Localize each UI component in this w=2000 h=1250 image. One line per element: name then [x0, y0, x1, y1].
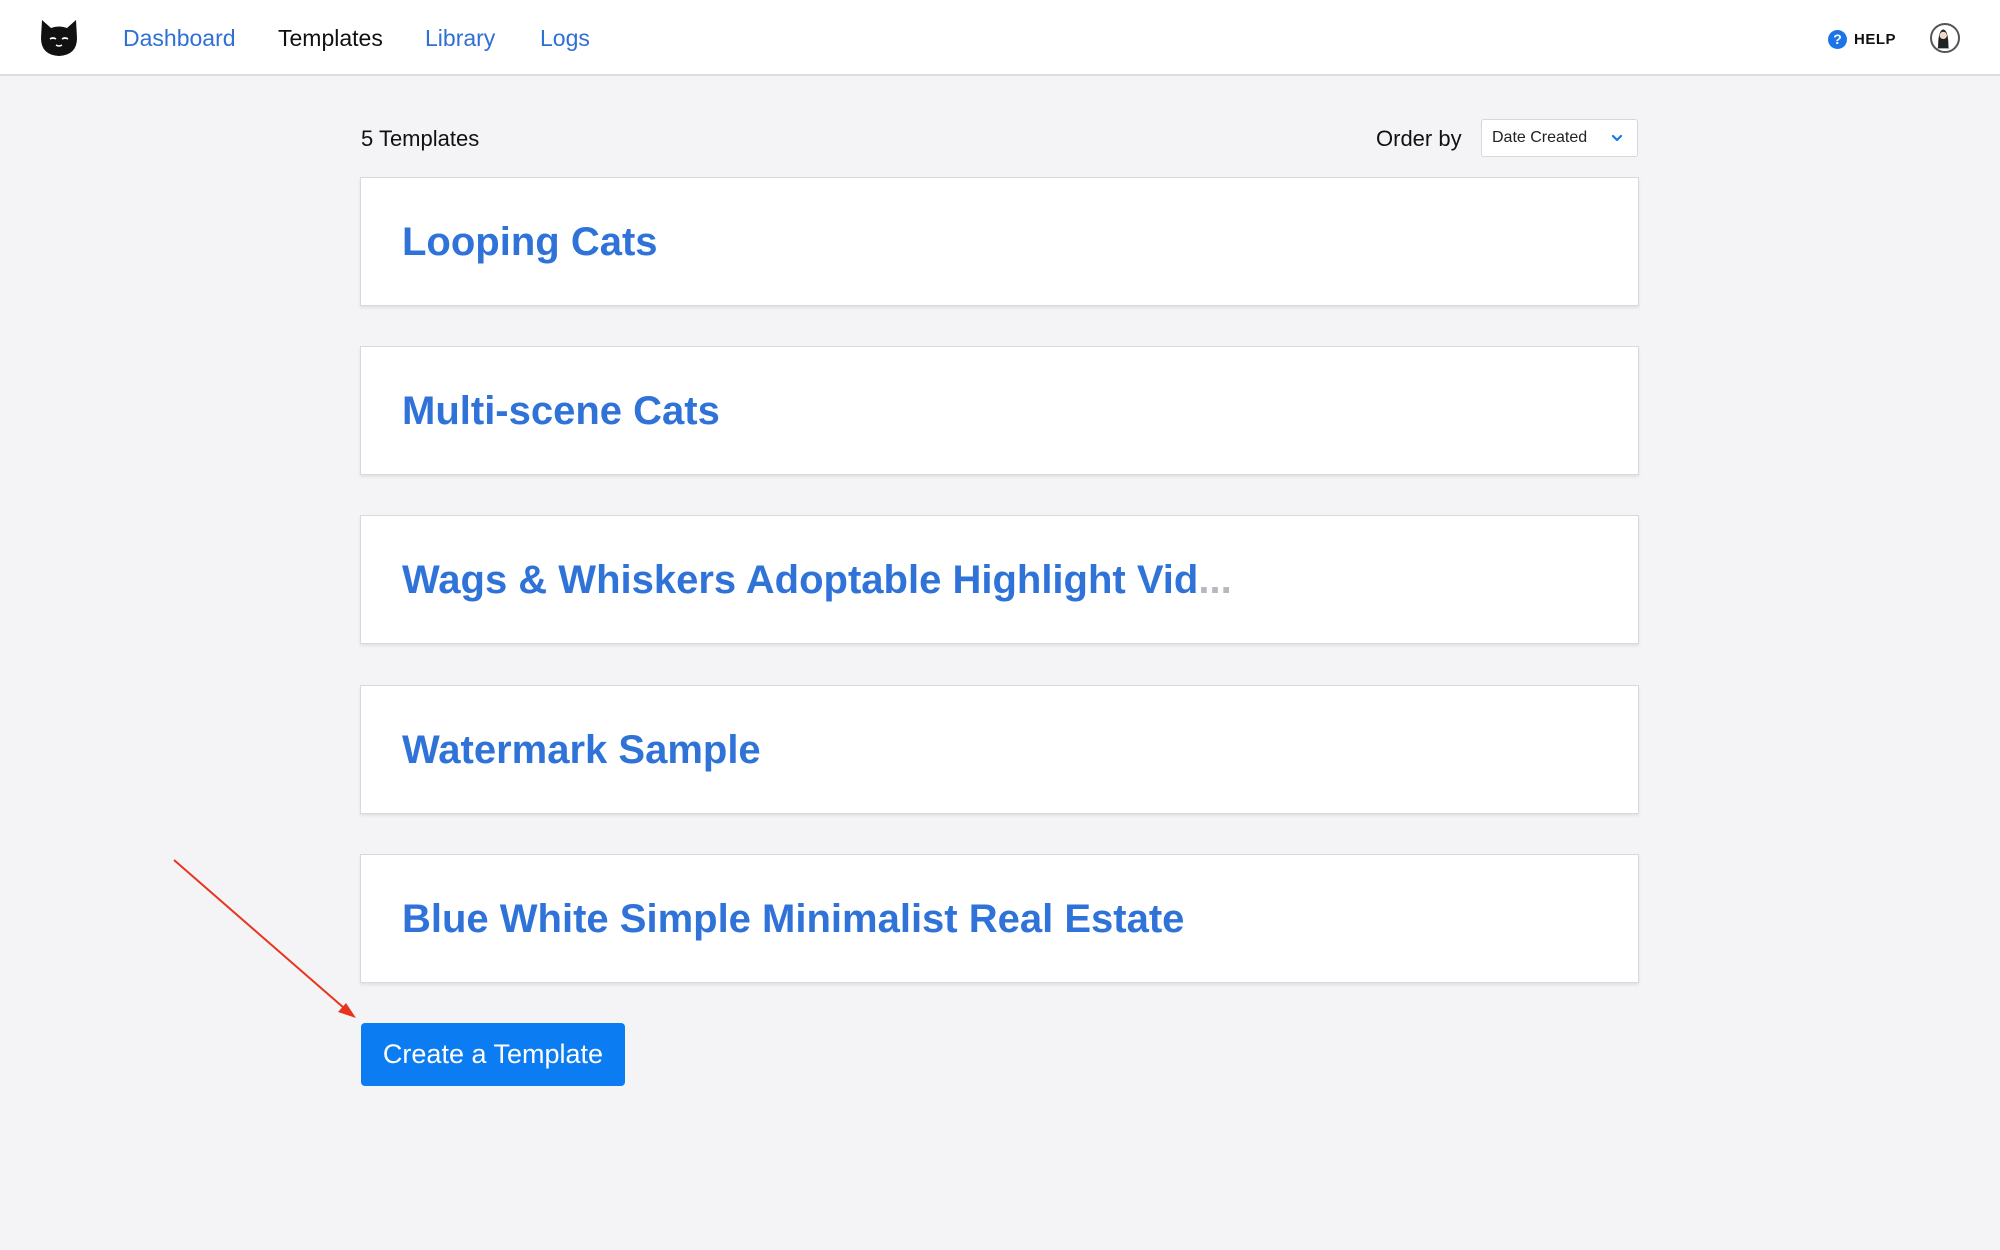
template-title[interactable]: Looping Cats [402, 218, 658, 266]
help-circle-icon: ? [1828, 29, 1847, 49]
nav-link-library[interactable]: Library [425, 22, 495, 54]
nav-link-logs[interactable]: Logs [540, 22, 590, 54]
chevron-down-icon [1611, 134, 1623, 142]
order-by-value: Date Created [1492, 129, 1588, 146]
cat-logo-icon[interactable] [38, 18, 80, 58]
title-ellipsis: ... [1198, 558, 1232, 602]
help-label: HELP [1854, 30, 1897, 48]
avatar-figure [1937, 29, 1950, 49]
order-by-select[interactable]: Date Created [1481, 119, 1638, 157]
template-title[interactable]: Blue White Simple Minimalist Real Estate [402, 895, 1184, 943]
template-title[interactable]: Multi-scene Cats [402, 387, 720, 435]
help-button[interactable]: ? HELP [1828, 28, 1896, 50]
template-card-wags-whiskers[interactable]: Wags & Whiskers Adoptable Highlight Vid.… [360, 515, 1639, 644]
template-title-truncated[interactable]: Wags & Whiskers Adoptable Highlight Vid.… [402, 556, 1232, 604]
nav-link-templates[interactable]: Templates [278, 22, 383, 54]
template-card-multi-scene-cats[interactable]: Multi-scene Cats [360, 346, 1639, 475]
template-title[interactable]: Watermark Sample [402, 726, 761, 774]
order-by-label: Order by [1376, 126, 1462, 151]
template-card-looping-cats[interactable]: Looping Cats [360, 177, 1639, 306]
template-card-watermark-sample[interactable]: Watermark Sample [360, 685, 1639, 814]
template-card-blue-white-real-estate[interactable]: Blue White Simple Minimalist Real Estate [360, 854, 1639, 983]
user-avatar-icon[interactable] [1930, 23, 1960, 53]
template-title-text: Wags & Whiskers Adoptable Highlight Vid [402, 558, 1199, 602]
create-template-button[interactable]: Create a Template [361, 1023, 625, 1086]
top-navigation-bar: Dashboard Templates Library Logs ? HELP [0, 0, 2000, 76]
template-count: 5 Templates [361, 126, 480, 151]
nav-link-dashboard[interactable]: Dashboard [123, 22, 236, 54]
